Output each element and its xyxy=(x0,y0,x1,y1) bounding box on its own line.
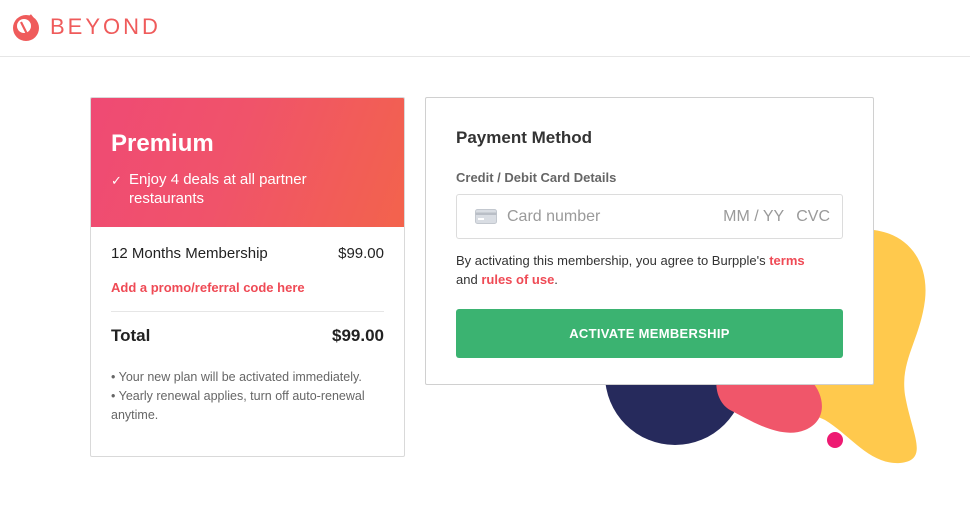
top-header: BEYOND xyxy=(0,0,970,57)
plan-header: Premium ✓ Enjoy 4 deals at all partner r… xyxy=(91,98,404,227)
pink-dot xyxy=(827,432,843,448)
card-number-input[interactable]: Card number xyxy=(507,208,723,226)
total-price: $99.00 xyxy=(332,326,384,345)
payment-title: Payment Method xyxy=(456,128,593,147)
plan-notes: • Your new plan will be activated immedi… xyxy=(111,368,384,425)
promo-code-link[interactable]: Add a promo/referral code here xyxy=(111,280,384,295)
agreement-text: By activating this membership, you agree… xyxy=(456,251,843,289)
note-activation: • Your new plan will be activated immedi… xyxy=(111,370,362,384)
card-details-label: Credit / Debit Card Details xyxy=(456,170,617,185)
membership-price: $99.00 xyxy=(338,245,384,262)
plan-summary-card: Premium ✓ Enjoy 4 deals at all partner r… xyxy=(90,97,405,457)
brand-name: BEYOND xyxy=(50,14,161,39)
agree-and: and xyxy=(456,272,478,287)
plan-title: Premium xyxy=(111,130,214,157)
plan-body: 12 Months Membership $99.00 Add a promo/… xyxy=(91,227,404,425)
payment-card: Payment Method Credit / Debit Card Detai… xyxy=(425,97,874,385)
membership-row: 12 Months Membership $99.00 xyxy=(111,245,384,262)
membership-label: 12 Months Membership xyxy=(111,245,268,262)
divider xyxy=(111,311,384,312)
terms-link[interactable]: terms xyxy=(769,253,804,268)
card-cvc-input[interactable]: CVC xyxy=(796,208,830,226)
card-input-field[interactable]: Card number MM / YY CVC xyxy=(456,194,843,239)
brand-logo[interactable]: BEYOND xyxy=(12,12,161,42)
agree-suffix: . xyxy=(554,272,558,287)
total-label: Total xyxy=(111,326,151,345)
agree-prefix: By activating this membership, you agree… xyxy=(456,253,766,268)
total-row: Total $99.00 xyxy=(111,326,384,346)
rules-of-use-link[interactable]: rules of use xyxy=(481,272,554,287)
card-expiry-input[interactable]: MM / YY xyxy=(723,208,784,226)
plan-benefit: ✓ Enjoy 4 deals at all partner restauran… xyxy=(111,170,384,208)
checkmark-icon: ✓ xyxy=(111,173,122,188)
note-renewal: • Yearly renewal applies, turn off auto-… xyxy=(111,389,365,422)
credit-card-icon xyxy=(475,209,497,224)
activate-membership-button[interactable]: ACTIVATE MEMBERSHIP xyxy=(456,309,843,358)
beyond-logo-icon xyxy=(13,14,39,41)
plan-benefit-text: Enjoy 4 deals at all partner restaurants xyxy=(129,171,307,207)
